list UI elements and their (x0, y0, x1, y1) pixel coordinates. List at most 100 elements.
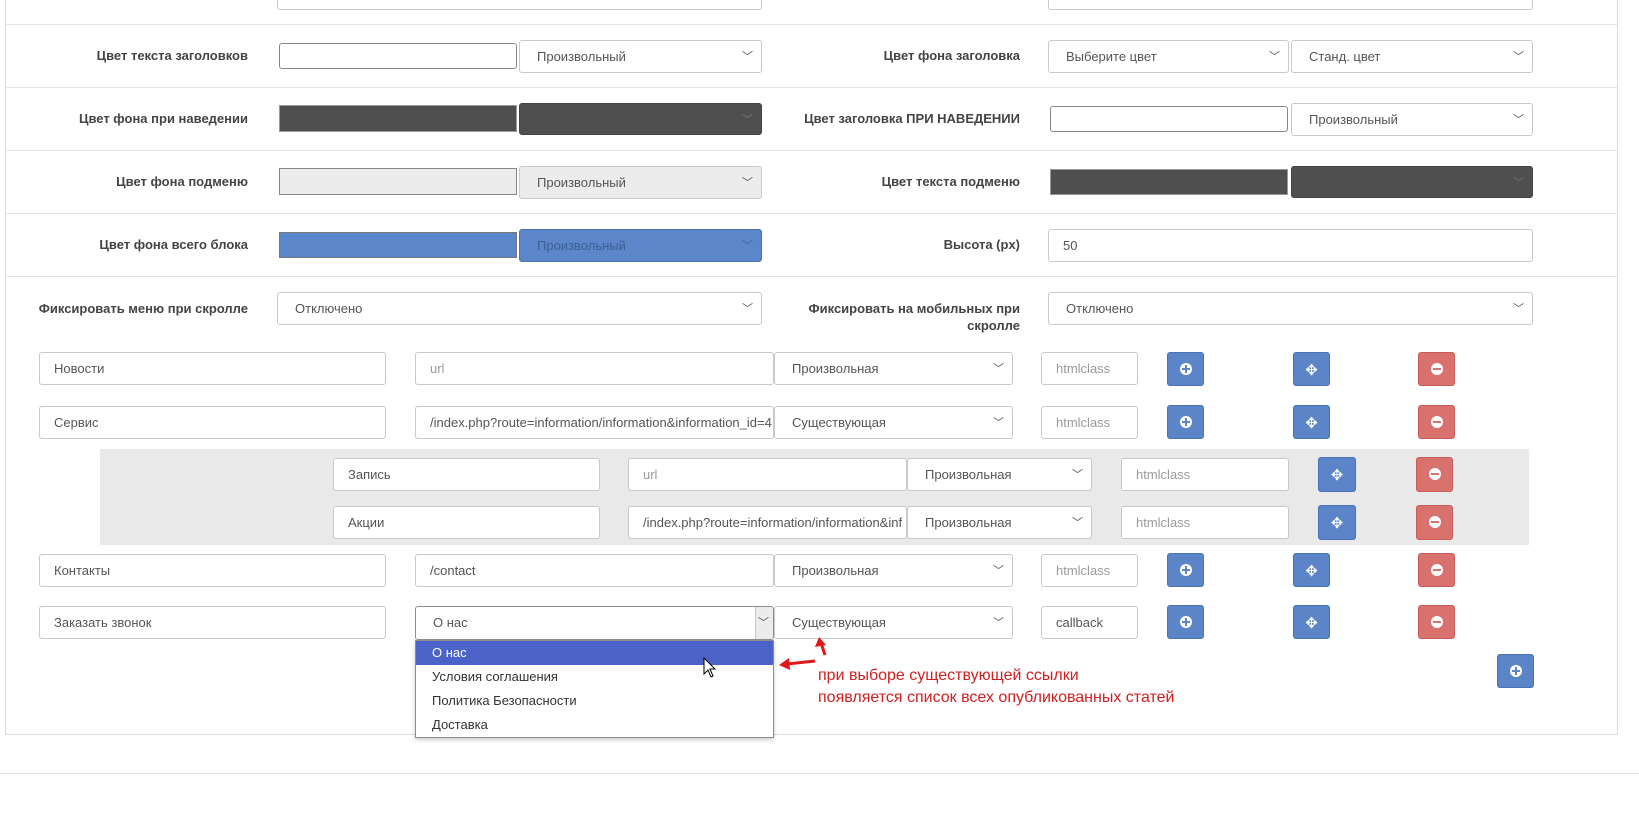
subitem-type-select[interactable]: Произвольная ﹀ (907, 458, 1092, 491)
chevron-down-icon: ﹀ (1269, 51, 1280, 63)
menu-item-name-input[interactable]: Заказать звонок (39, 606, 386, 639)
block-bg-label: Цвет фона всего блока (99, 237, 248, 252)
fix-mobile-select[interactable]: Отключено ﹀ (1048, 292, 1533, 325)
plus-circle-icon (1179, 616, 1192, 628)
chevron-down-icon: ﹀ (758, 617, 769, 629)
move-icon: ✥ (1305, 562, 1318, 580)
block-bg-select[interactable]: Произвольный ﹀ (519, 229, 762, 262)
subitem-htmlclass-input[interactable]: htmlclass (1121, 458, 1289, 491)
minus-circle-icon (1430, 363, 1443, 375)
dropdown-option[interactable]: О нас (416, 641, 773, 665)
hover-header-select[interactable]: Произвольный ﹀ (1291, 103, 1533, 136)
header-text-color-select[interactable]: Произвольный ﹀ (519, 40, 762, 73)
move-icon: ✥ (1330, 514, 1344, 532)
submenu-text-label: Цвет текста подменю (881, 174, 1020, 189)
menu-item-htmlclass-input[interactable]: htmlclass (1041, 554, 1138, 587)
chevron-down-icon: ﹀ (1072, 517, 1083, 529)
menu-item-type-select[interactable]: Существующая ﹀ (774, 406, 1013, 439)
select-value: Существующая (792, 615, 886, 630)
select-value: О нас (433, 615, 468, 630)
move-icon: ✥ (1330, 466, 1344, 484)
divider (6, 150, 1617, 151)
submenu-text-swatch[interactable] (1050, 169, 1288, 195)
move-button[interactable]: ✥ (1318, 457, 1356, 492)
plus-circle-icon (1179, 363, 1192, 375)
add-menu-item-button[interactable] (1497, 654, 1534, 688)
submenu-bg-select[interactable]: Произвольный ﹀ (519, 166, 762, 199)
header-bg-std-select[interactable]: Станд. цвет ﹀ (1291, 40, 1533, 73)
height-label: Высота (px) (943, 237, 1020, 252)
subitem-type-select[interactable]: Произвольная ﹀ (907, 506, 1092, 539)
subitem-htmlclass-input[interactable]: htmlclass (1121, 506, 1289, 539)
chevron-down-icon: ﹀ (742, 303, 753, 315)
minus-circle-icon (1428, 516, 1441, 528)
remove-button[interactable] (1418, 352, 1455, 386)
remove-button[interactable] (1416, 505, 1453, 540)
remove-button[interactable] (1418, 405, 1455, 439)
height-input[interactable]: 50 (1048, 229, 1533, 262)
menu-item-name-input[interactable]: Новости (39, 352, 386, 385)
subitem-url-input[interactable]: url (628, 458, 907, 491)
menu-item-type-select[interactable]: Произвольная ﹀ (774, 554, 1013, 587)
move-button[interactable]: ✥ (1293, 405, 1330, 439)
add-subitem-button[interactable] (1167, 605, 1204, 639)
submenu-text-select[interactable]: ﹀ (1291, 166, 1533, 198)
article-select[interactable]: О нас ﹀ (415, 606, 774, 640)
move-button[interactable]: ✥ (1293, 352, 1330, 386)
remove-button[interactable] (1416, 457, 1453, 492)
select-value: Произвольный (537, 238, 626, 253)
menu-item-htmlclass-input[interactable]: callback (1041, 606, 1138, 639)
divider (6, 24, 1617, 25)
menu-item-htmlclass-input[interactable]: htmlclass (1041, 352, 1138, 385)
plus-circle-icon (1179, 416, 1192, 428)
top-right-input[interactable] (1048, 0, 1533, 10)
add-subitem-button[interactable] (1167, 352, 1204, 386)
move-button[interactable]: ✥ (1318, 505, 1356, 540)
move-button[interactable]: ✥ (1293, 605, 1330, 639)
subitem-name-input[interactable]: Запись (333, 458, 600, 491)
top-left-input[interactable] (277, 0, 762, 10)
plus-circle-icon (1509, 665, 1522, 677)
submenu-bg-label: Цвет фона подменю (116, 174, 248, 189)
fix-scroll-select[interactable]: Отключено ﹀ (277, 292, 762, 325)
dropdown-option[interactable]: Доставка (416, 713, 773, 737)
menu-item-name-input[interactable]: Сервис (39, 406, 386, 439)
plus-circle-icon (1179, 564, 1192, 576)
select-value: Произвольный (537, 49, 626, 64)
chevron-down-icon: ﹀ (1513, 177, 1524, 189)
hover-bg-swatch[interactable] (279, 105, 517, 132)
minus-circle-icon (1430, 616, 1443, 628)
divider (6, 213, 1617, 214)
add-subitem-button[interactable] (1167, 553, 1204, 587)
hover-bg-select[interactable]: ﹀ (519, 103, 762, 135)
header-bg-color-select[interactable]: Выберите цвет ﹀ (1048, 40, 1289, 73)
menu-item-url-input[interactable]: /index.php?route=information/information… (415, 406, 774, 439)
header-text-color-label: Цвет текста заголовков (96, 48, 248, 63)
hover-bg-label: Цвет фона при наведении (78, 111, 248, 126)
subitem-url-input[interactable]: /index.php?route=information/information… (628, 506, 907, 539)
subitem-name-input[interactable]: Акции (333, 506, 600, 539)
dropdown-option[interactable]: Политика Безопасности (416, 689, 773, 713)
select-value: Выберите цвет (1066, 49, 1157, 64)
chevron-down-icon: ﹀ (993, 363, 1004, 375)
move-button[interactable]: ✥ (1293, 553, 1330, 587)
menu-item-name-input[interactable]: Контакты (39, 554, 386, 587)
chevron-down-icon: ﹀ (1513, 114, 1524, 126)
menu-item-type-select[interactable]: Существующая ﹀ (774, 606, 1013, 639)
menu-item-type-select[interactable]: Произвольная ﹀ (774, 352, 1013, 385)
dropdown-option[interactable]: Условия соглашения (416, 665, 773, 689)
menu-item-url-input[interactable]: url (415, 352, 774, 385)
hover-header-swatch[interactable] (1050, 106, 1288, 132)
remove-button[interactable] (1418, 553, 1455, 587)
menu-item-htmlclass-input[interactable]: htmlclass (1041, 406, 1138, 439)
chevron-down-icon: ﹀ (742, 177, 753, 189)
footer-divider (0, 773, 1639, 774)
add-subitem-button[interactable] (1167, 405, 1204, 439)
chevron-down-icon: ﹀ (993, 417, 1004, 429)
block-bg-swatch[interactable] (279, 232, 517, 258)
menu-item-url-input[interactable]: /contact (415, 554, 774, 587)
remove-button[interactable] (1418, 605, 1455, 639)
select-value: Произвольная (792, 563, 879, 578)
header-text-color-swatch[interactable] (279, 43, 517, 69)
submenu-bg-swatch[interactable] (279, 168, 517, 195)
